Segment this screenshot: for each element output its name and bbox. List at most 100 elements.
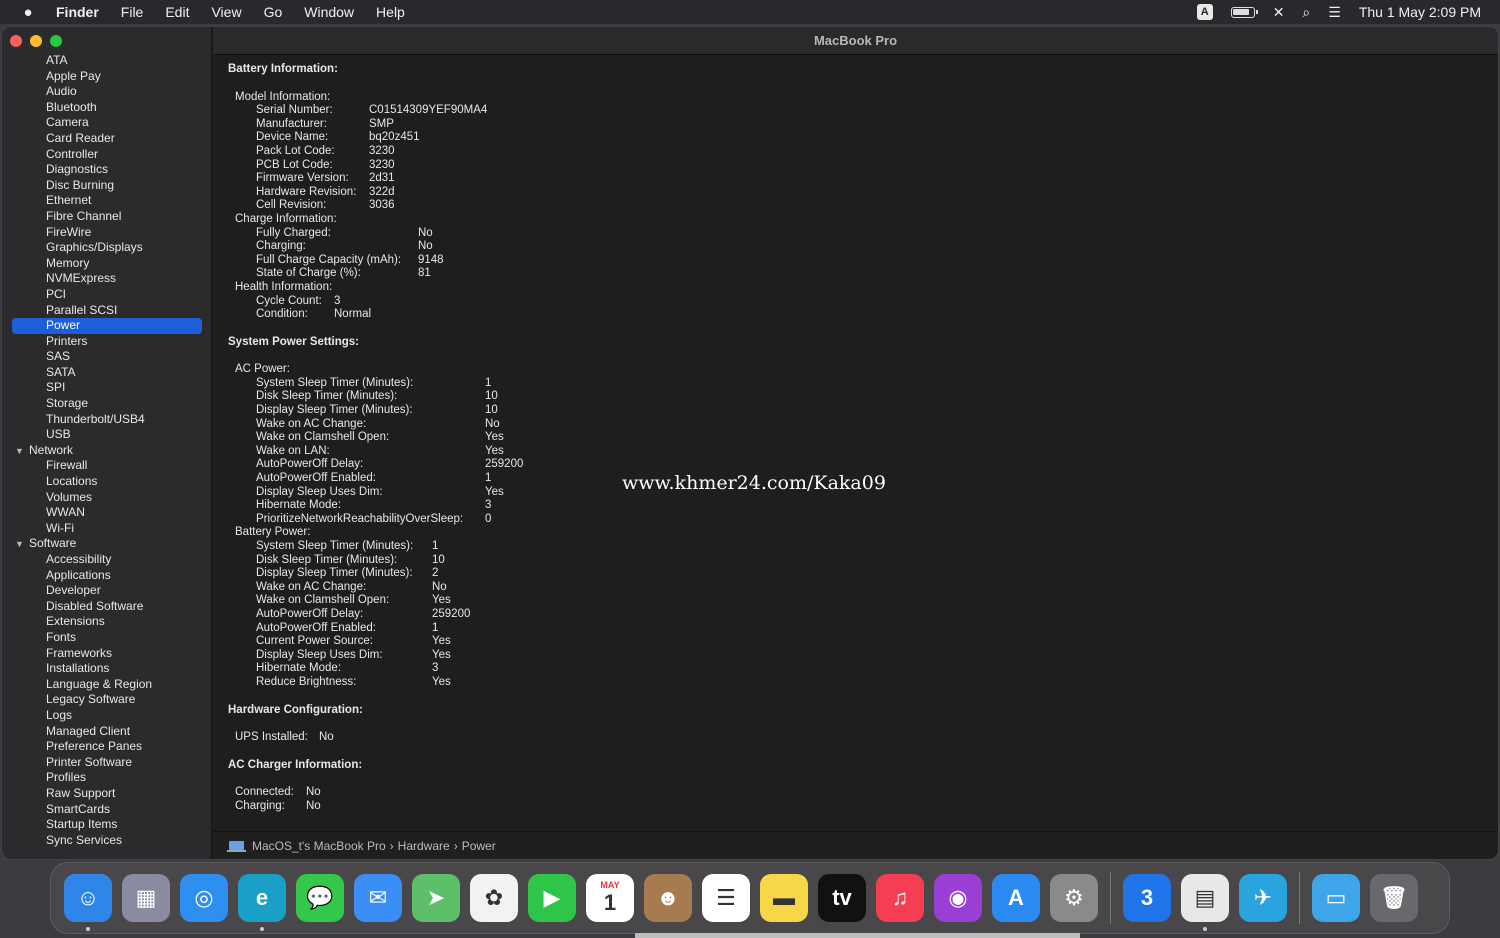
sidebar-item-sata[interactable]: SATA bbox=[2, 365, 211, 381]
wifi-off-icon[interactable]: ✕ bbox=[1273, 4, 1285, 21]
apple-tv-icon[interactable]: tv bbox=[818, 874, 866, 922]
sidebar-item-card-reader[interactable]: Card Reader bbox=[2, 131, 211, 147]
reminders-icon[interactable]: ☰ bbox=[702, 874, 750, 922]
breadcrumb-power[interactable]: Power bbox=[462, 839, 496, 853]
sidebar-item-developer[interactable]: Developer bbox=[2, 583, 211, 599]
sidebar-item-sas[interactable]: SAS bbox=[2, 349, 211, 365]
sidebar-item-legacy-software[interactable]: Legacy Software bbox=[2, 692, 211, 708]
sidebar-item-extensions[interactable]: Extensions bbox=[2, 614, 211, 630]
sidebar-item-audio[interactable]: Audio bbox=[2, 84, 211, 100]
sidebar-item-firewall[interactable]: Firewall bbox=[2, 458, 211, 474]
menu-edit[interactable]: Edit bbox=[165, 4, 189, 20]
sidebar-item-storage[interactable]: Storage bbox=[2, 396, 211, 412]
sidebar-item-usb[interactable]: USB bbox=[2, 427, 211, 443]
launchpad-icon[interactable]: ▦ bbox=[122, 874, 170, 922]
menu-help[interactable]: Help bbox=[376, 4, 405, 20]
menu-file[interactable]: File bbox=[121, 4, 144, 20]
sidebar-item-wwan[interactable]: WWAN bbox=[2, 505, 211, 521]
menu-window[interactable]: Window bbox=[304, 4, 354, 20]
sidebar-item-disc-burning[interactable]: Disc Burning bbox=[2, 178, 211, 194]
control-center-icon[interactable]: ☰ bbox=[1328, 4, 1341, 21]
podcasts-icon[interactable]: ◉ bbox=[934, 874, 982, 922]
sidebar-item-firewire[interactable]: FireWire bbox=[2, 225, 211, 241]
telegram-icon[interactable]: ✈ bbox=[1239, 874, 1287, 922]
menu-go[interactable]: Go bbox=[264, 4, 283, 20]
edge-icon[interactable]: e bbox=[238, 874, 286, 931]
input-source-icon[interactable]: A bbox=[1196, 4, 1213, 20]
sidebar-item-startup-items[interactable]: Startup Items bbox=[2, 817, 211, 833]
sidebar-item-spi[interactable]: SPI bbox=[2, 380, 211, 396]
breadcrumb-computer[interactable]: MacOS_t's MacBook Pro bbox=[252, 839, 386, 853]
sidebar-item-logs[interactable]: Logs bbox=[2, 708, 211, 724]
search-icon[interactable]: ⌕ bbox=[1302, 4, 1310, 21]
3utools-icon[interactable]: 3 bbox=[1123, 874, 1171, 922]
sidebar-item-wi-fi[interactable]: Wi-Fi bbox=[2, 521, 211, 537]
sidebar-item-fonts[interactable]: Fonts bbox=[2, 630, 211, 646]
sidebar-item-bluetooth[interactable]: Bluetooth bbox=[2, 100, 211, 116]
maps-icon[interactable]: ➤ bbox=[412, 874, 460, 922]
sidebar-item-graphics-displays[interactable]: Graphics/Displays bbox=[2, 240, 211, 256]
system-settings-icon[interactable]: ⚙ bbox=[1050, 874, 1098, 922]
downloads-folder-icon[interactable]: ▭ bbox=[1312, 874, 1360, 922]
sidebar-item-profiles[interactable]: Profiles bbox=[2, 770, 211, 786]
music-icon[interactable]: ♫ bbox=[876, 874, 924, 922]
sidebar-item-diagnostics[interactable]: Diagnostics bbox=[2, 162, 211, 178]
sidebar-item-raw-support[interactable]: Raw Support bbox=[2, 786, 211, 802]
sidebar-item-fibre-channel[interactable]: Fibre Channel bbox=[2, 209, 211, 225]
sidebar-item-applications[interactable]: Applications bbox=[2, 568, 211, 584]
app-store-icon[interactable]: A bbox=[992, 874, 1040, 922]
sidebar-item-preference-panes[interactable]: Preference Panes bbox=[2, 739, 211, 755]
zoom-window-button[interactable] bbox=[50, 35, 62, 47]
sidebar-item-volumes[interactable]: Volumes bbox=[2, 490, 211, 506]
sidebar-item-pci[interactable]: PCI bbox=[2, 287, 211, 303]
sidebar-item-thunderbolt-usb4[interactable]: Thunderbolt/USB4 bbox=[2, 412, 211, 428]
apple-menu-icon[interactable]: ● bbox=[0, 4, 56, 21]
sidebar-item-camera[interactable]: Camera bbox=[2, 115, 211, 131]
sidebar-item-managed-client[interactable]: Managed Client bbox=[2, 723, 211, 740]
sidebar-item-memory[interactable]: Memory bbox=[2, 256, 211, 272]
sidebar-item-sync-services[interactable]: Sync Services bbox=[2, 832, 211, 849]
sidebar-item-nvmexpress[interactable]: NVMExpress bbox=[2, 271, 211, 287]
minimize-window-button[interactable] bbox=[30, 35, 42, 47]
clock[interactable]: Thu 1 May 2:09 PM bbox=[1359, 4, 1481, 20]
trash-icon[interactable]: 🗑 bbox=[1370, 874, 1418, 922]
sidebar-item-accessibility[interactable]: Accessibility bbox=[2, 552, 211, 568]
sidebar-item-printer-software[interactable]: Printer Software bbox=[2, 755, 211, 771]
safari-icon[interactable]: ◎ bbox=[180, 874, 228, 922]
sidebar-item-frameworks[interactable]: Frameworks bbox=[2, 646, 211, 662]
mail-icon[interactable]: ✉ bbox=[354, 874, 402, 922]
sidebar-item-software[interactable]: ▼ Software bbox=[2, 536, 211, 553]
sidebar-item-ata[interactable]: ATA bbox=[2, 53, 211, 69]
sidebar-item-label: Sync Services bbox=[46, 832, 123, 847]
menu-app-finder[interactable]: Finder bbox=[56, 4, 99, 20]
sidebar-item-apple-pay[interactable]: Apple Pay bbox=[2, 69, 211, 85]
system-information-icon[interactable]: ▤ bbox=[1181, 874, 1229, 931]
battery-icon[interactable] bbox=[1230, 6, 1258, 18]
sidebar-item-locations[interactable]: Locations bbox=[2, 474, 211, 490]
sidebar-item-language-region[interactable]: Language & Region bbox=[2, 677, 211, 693]
sidebar-item-label: Managed Client bbox=[46, 723, 131, 738]
sidebar-item-label: Parallel SCSI bbox=[46, 302, 118, 317]
sidebar-item-controller[interactable]: Controller bbox=[2, 147, 211, 163]
sidebar-item-power[interactable]: Power bbox=[12, 318, 202, 334]
calendar-icon[interactable]: MAY 1 bbox=[586, 874, 634, 922]
chevron-down-icon[interactable]: ▼ bbox=[15, 537, 29, 553]
breadcrumb-hardware[interactable]: Hardware bbox=[398, 839, 450, 853]
messages-icon[interactable]: 💬 bbox=[296, 874, 344, 922]
finder-icon[interactable]: ☺ bbox=[64, 874, 112, 931]
chevron-down-icon[interactable]: ▼ bbox=[15, 444, 29, 460]
facetime-icon[interactable]: ▶ bbox=[528, 874, 576, 922]
sidebar-item-parallel-scsi[interactable]: Parallel SCSI bbox=[2, 302, 211, 319]
sidebar-item-network[interactable]: ▼ Network bbox=[2, 443, 211, 460]
sidebar-item-ethernet[interactable]: Ethernet bbox=[2, 193, 211, 209]
podcasts-glyph: ◉ bbox=[948, 885, 968, 910]
photos-icon[interactable]: ✿ bbox=[470, 874, 518, 922]
menu-view[interactable]: View bbox=[211, 4, 241, 20]
sidebar-item-disabled-software[interactable]: Disabled Software bbox=[2, 599, 211, 615]
sidebar-item-printers[interactable]: Printers bbox=[2, 334, 211, 350]
notes-icon[interactable]: ▬ bbox=[760, 874, 808, 922]
contacts-icon[interactable]: ☻ bbox=[644, 874, 692, 922]
close-window-button[interactable] bbox=[10, 35, 22, 47]
sidebar-item-smartcards[interactable]: SmartCards bbox=[2, 802, 211, 818]
sidebar-item-installations[interactable]: Installations bbox=[2, 661, 211, 677]
